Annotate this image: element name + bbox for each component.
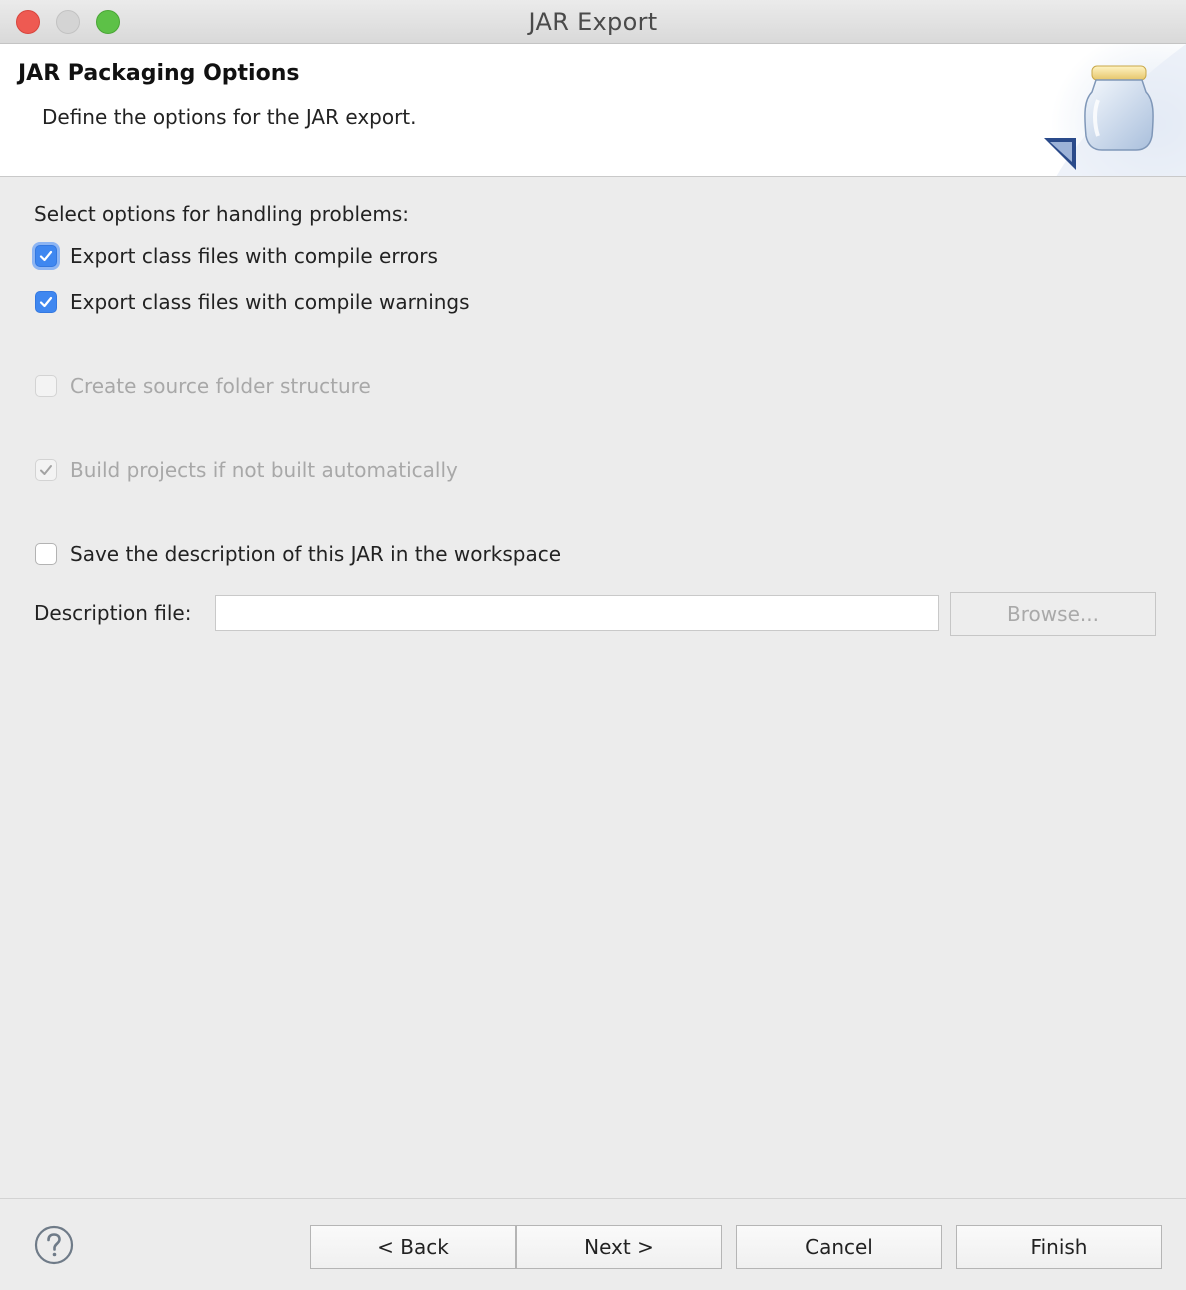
export-errors-label: Export class files with compile errors (70, 244, 438, 268)
description-file-label: Description file: (34, 601, 192, 625)
description-file-input[interactable] (215, 595, 939, 631)
build-projects-option: Build projects if not built automaticall… (35, 456, 458, 484)
source-folder-option: Create source folder structure (35, 372, 371, 400)
wizard-footer: < Back Next > Cancel Finish (0, 1198, 1186, 1290)
window-title: JAR Export (528, 8, 658, 36)
cancel-button[interactable]: Cancel (736, 1225, 942, 1269)
export-warnings-option[interactable]: Export class files with compile warnings (35, 288, 470, 316)
save-description-option[interactable]: Save the description of this JAR in the … (35, 540, 561, 568)
export-warnings-checkbox[interactable] (35, 291, 57, 313)
question-mark-icon[interactable] (34, 1225, 74, 1265)
build-projects-label: Build projects if not built automaticall… (70, 458, 458, 482)
save-description-label: Save the description of this JAR in the … (70, 542, 561, 566)
source-folder-checkbox (35, 375, 57, 397)
source-folder-label: Create source folder structure (70, 374, 371, 398)
save-description-checkbox[interactable] (35, 543, 57, 565)
next-button[interactable]: Next > (516, 1225, 722, 1269)
jar-export-dialog: JAR Export JAR Packaging Options Define … (0, 0, 1186, 1290)
jar-icon (1036, 44, 1186, 176)
page-title: JAR Packaging Options (18, 61, 300, 86)
checkmark-icon (39, 296, 53, 308)
finish-button[interactable]: Finish (956, 1225, 1162, 1269)
export-warnings-label: Export class files with compile warnings (70, 290, 470, 314)
title-bar: JAR Export (0, 0, 1186, 44)
export-errors-option[interactable]: Export class files with compile errors (35, 242, 438, 270)
checkmark-icon (40, 465, 52, 475)
back-button[interactable]: < Back (310, 1225, 516, 1269)
export-errors-checkbox[interactable] (35, 245, 57, 267)
page-description: Define the options for the JAR export. (42, 105, 417, 129)
wizard-banner: JAR Packaging Options Define the options… (0, 44, 1186, 177)
problems-section-label: Select options for handling problems: (34, 202, 409, 226)
options-panel: Select options for handling problems: Ex… (0, 178, 1186, 1198)
build-projects-checkbox (35, 459, 57, 481)
browse-button: Browse... (950, 592, 1156, 636)
checkmark-icon (39, 250, 53, 262)
